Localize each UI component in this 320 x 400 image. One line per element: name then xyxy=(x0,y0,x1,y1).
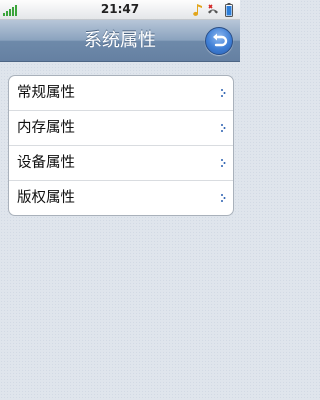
menu-item-copyright-properties[interactable]: 版权属性 xyxy=(9,180,233,215)
missed-call-icon xyxy=(208,4,218,14)
back-arrow-icon xyxy=(213,33,228,47)
menu-item-memory-properties[interactable]: 内存属性 xyxy=(9,110,233,145)
chevron-right-icon xyxy=(221,89,226,97)
battery-icon xyxy=(225,3,233,17)
page-title: 系统属性 xyxy=(84,30,156,51)
menu-item-label: 版权属性 xyxy=(17,190,75,206)
chevron-right-icon xyxy=(221,124,226,132)
menu-item-device-properties[interactable]: 设备属性 xyxy=(9,145,233,180)
menu-item-label: 设备属性 xyxy=(17,155,75,171)
chevron-right-icon xyxy=(221,159,226,167)
back-button[interactable] xyxy=(205,27,233,55)
title-bar: 系统属性 xyxy=(0,20,240,62)
menu-item-label: 常规属性 xyxy=(17,85,75,101)
menu-item-general-properties[interactable]: 常规属性 xyxy=(9,76,233,110)
status-clock: 21:47 xyxy=(100,2,140,16)
settings-menu: 常规属性 内存属性 设备属性 版权属性 xyxy=(8,75,234,216)
chevron-right-icon xyxy=(221,194,226,202)
status-bar: 21:47 xyxy=(0,0,240,20)
music-note-icon xyxy=(193,4,202,16)
menu-item-label: 内存属性 xyxy=(17,120,75,136)
